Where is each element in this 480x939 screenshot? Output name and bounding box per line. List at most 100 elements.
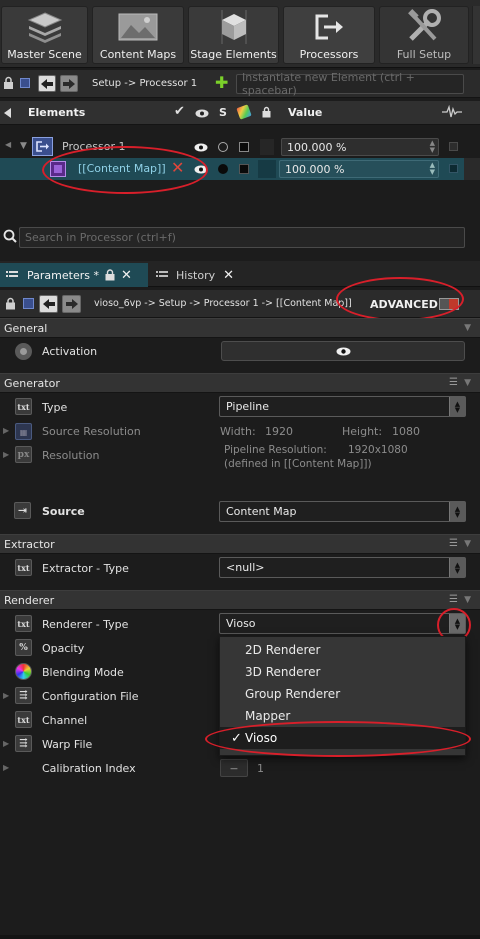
tab-parameters-close-icon[interactable]: ✕ (121, 268, 132, 283)
height-label: Height: (342, 425, 383, 438)
processor-value-field[interactable]: 100.000 % ▲ ▼ (281, 138, 439, 156)
section-general-title: General (4, 321, 48, 335)
tab-history-label: History (176, 268, 216, 282)
dropdown-option-mapper[interactable]: Mapper (220, 705, 465, 727)
activation-toggle[interactable] (221, 341, 465, 361)
section-extractor-list-icon[interactable]: ☰ (449, 538, 458, 549)
advanced-toggle[interactable] (439, 298, 459, 310)
processors-button[interactable]: Processors (283, 6, 375, 64)
row-color-swatch-2[interactable] (239, 164, 249, 174)
row-extra-box-2[interactable] (449, 164, 458, 173)
row-solo-radio-2[interactable] (218, 164, 228, 174)
content-map-name: [[Content Map]] (78, 162, 166, 175)
section-generator-list-icon[interactable]: ☰ (449, 377, 458, 388)
section-generator-chevron-icon[interactable]: ▼ (464, 378, 471, 388)
forward-button[interactable] (60, 75, 78, 92)
resolution-expand-icon[interactable]: ▶ (3, 450, 9, 459)
solo-column-label: S (219, 106, 227, 119)
tab-history-close-icon[interactable]: ✕ (223, 268, 234, 283)
processor-value: 100.000 % (287, 140, 347, 154)
width-label: Width: (220, 425, 256, 438)
tab-parameters[interactable]: Parameters * ✕ (0, 263, 148, 287)
row-extra-box[interactable] (449, 142, 458, 151)
option-mapper-label: Mapper (245, 709, 291, 723)
waveform-icon[interactable] (442, 104, 462, 122)
collapse-arrow-icon[interactable] (4, 108, 11, 121)
pipeline-res-value: 1920x1080 (348, 444, 408, 456)
section-general-chevron-icon[interactable]: ▼ (464, 323, 471, 333)
section-renderer-chevron-icon[interactable]: ▼ (464, 595, 471, 605)
full-setup-button[interactable]: Full Setup (379, 6, 469, 64)
type-select-spinner-icon[interactable]: ▲ ▼ (449, 397, 465, 416)
calibration-decrement-button[interactable]: − (220, 759, 248, 777)
processors-label: Processors (299, 48, 359, 61)
dropdown-option-3d-renderer[interactable]: 3D Renderer (220, 661, 465, 683)
remove-cross-icon[interactable]: ✕ (171, 158, 184, 177)
search-placeholder: Search in Processor (ctrl+f) (25, 231, 176, 244)
element-row-processor[interactable]: ◀ ▼ Processor 1 100.000 % ▲ ▼ (0, 136, 480, 158)
param-row-activation: Activation (0, 339, 480, 369)
expand-down-icon[interactable]: ▼ (20, 141, 27, 151)
resolution-px-icon: px (15, 446, 32, 463)
section-general[interactable]: General ▼ (0, 318, 480, 338)
row-lock-slot-2[interactable] (258, 160, 276, 178)
extractor-type-label: Extractor - Type (42, 562, 129, 575)
param-forward-button[interactable] (62, 295, 81, 313)
dropdown-option-vioso[interactable]: ✓ Vioso (220, 727, 465, 749)
master-scene-label: Master Scene (7, 48, 82, 61)
row-color-swatch[interactable] (239, 142, 249, 152)
color-tag-icon (236, 104, 252, 120)
source-res-expand-icon[interactable]: ▶ (3, 426, 9, 435)
tab-lock-icon[interactable] (105, 269, 115, 281)
stage-elements-label: Stage Elements (190, 48, 277, 61)
value-spinner-icon[interactable]: ▲ ▼ (430, 140, 435, 154)
instantiate-element-input[interactable]: Instantiate new Element (ctrl + spacebar… (236, 71, 464, 97)
tools-icon (402, 8, 446, 46)
pipeline-res-label: Pipeline Resolution: (224, 444, 327, 456)
dropdown-option-2d-renderer[interactable]: 2D Renderer (220, 639, 465, 661)
renderer-type-spinner-icon[interactable]: ▲ ▼ (449, 614, 465, 633)
row-eye-icon-2[interactable] (194, 164, 208, 177)
type-select[interactable]: Pipeline ▲ ▼ (219, 396, 466, 417)
source-select-spinner-icon[interactable]: ▲ ▼ (449, 502, 465, 521)
row-lock-slot[interactable] (260, 139, 274, 155)
stage-elements-button[interactable]: Stage Elements (188, 6, 279, 64)
section-extractor[interactable]: Extractor ☰ ▼ (0, 534, 480, 554)
param-lock-icon[interactable] (5, 297, 16, 313)
value-spinner-icon-2[interactable]: ▲ ▼ (430, 162, 435, 176)
row-solo-radio[interactable] (218, 142, 228, 152)
content-map-value-field[interactable]: 100.000 % ▲ ▼ (279, 160, 439, 178)
content-maps-button[interactable]: Content Maps (92, 6, 184, 64)
selected-checkmark-icon: ✓ (231, 730, 242, 746)
row-eye-icon[interactable] (194, 142, 208, 155)
section-renderer-list-icon[interactable]: ☰ (449, 594, 458, 605)
extractor-type-select[interactable]: <null> ▲ ▼ (219, 557, 466, 578)
add-element-icon[interactable]: ✚ (215, 75, 228, 91)
element-row-content-map[interactable]: [[Content Map]] ✕ 100.000 % ▲ ▼ (0, 158, 464, 180)
warp-file-expand-icon[interactable]: ▶ (3, 739, 9, 748)
pipeline-res-defined-in: (defined in [[Content Map]]) (224, 458, 372, 470)
source-select[interactable]: Content Map ▲ ▼ (219, 501, 466, 522)
section-renderer-title: Renderer (4, 593, 55, 607)
tab-history[interactable]: History ✕ (150, 263, 238, 287)
elements-scrollbar[interactable] (464, 158, 480, 180)
config-file-expand-icon[interactable]: ▶ (3, 691, 9, 700)
activation-knob-icon (15, 343, 32, 360)
renderer-type-select[interactable]: Vioso ▲ ▼ (219, 613, 466, 634)
param-row-type: txt Type Pipeline ▲ ▼ (0, 396, 480, 420)
layers-icon (23, 8, 67, 46)
lock-icon[interactable] (3, 76, 14, 93)
extractor-type-spinner-icon[interactable]: ▲ ▼ (449, 558, 465, 577)
source-label: Source (42, 505, 85, 518)
back-button[interactable] (38, 75, 56, 92)
search-processor-input[interactable]: Search in Processor (ctrl+f) (19, 227, 465, 248)
dropdown-option-group-renderer[interactable]: Group Renderer (220, 683, 465, 705)
activation-label: Activation (42, 345, 98, 358)
calibration-expand-icon[interactable]: ▶ (3, 763, 9, 772)
section-generator[interactable]: Generator ☰ ▼ (0, 373, 480, 393)
section-renderer[interactable]: Renderer ☰ ▼ (0, 590, 480, 610)
master-scene-button[interactable]: Master Scene (1, 6, 88, 64)
section-extractor-chevron-icon[interactable]: ▼ (464, 539, 471, 549)
param-back-button[interactable] (39, 295, 58, 313)
extractor-type-value: <null> (226, 561, 265, 574)
